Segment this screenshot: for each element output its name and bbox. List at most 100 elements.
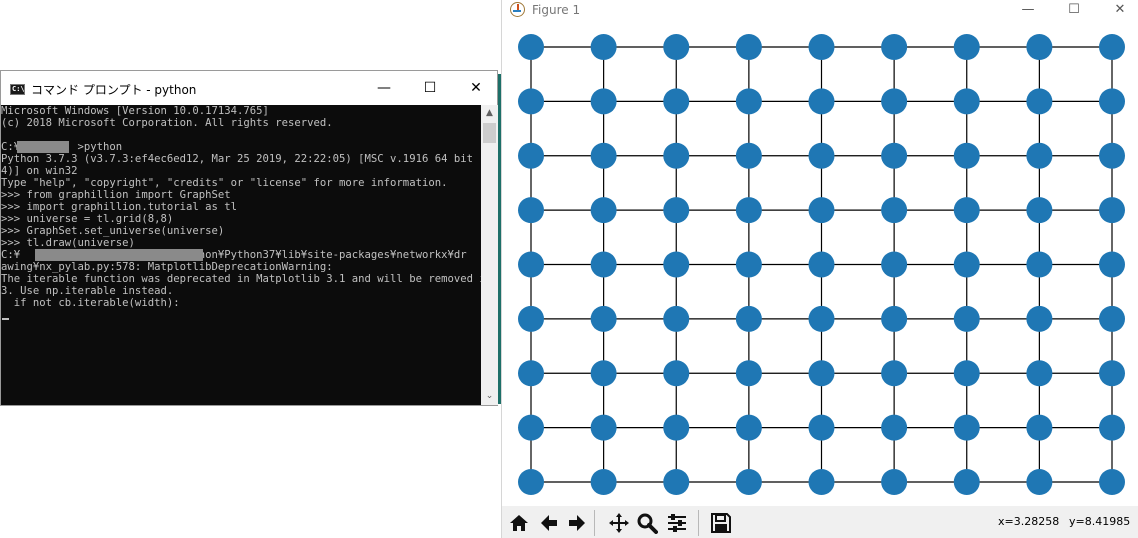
graph-node [518, 34, 544, 60]
graph-node [735, 305, 762, 332]
figure-titlebar[interactable]: Figure 1 — ☐ ✕ [502, 0, 1138, 20]
navigation-toolbar: x=3.28258 y=8.41985 [502, 506, 1138, 538]
graph-node [590, 414, 617, 441]
graph-node [735, 469, 762, 495]
graph-node [953, 197, 980, 224]
graph-node [590, 469, 617, 495]
graph-node [808, 88, 835, 115]
vertical-scrollbar[interactable]: ▲ ⌄ [481, 105, 498, 405]
graph-node [1099, 414, 1125, 441]
graph-node [881, 469, 908, 495]
graph-node [663, 142, 690, 169]
graph-node [881, 34, 908, 60]
graph-node [1099, 142, 1125, 169]
maximize-button[interactable]: ☐ [407, 71, 453, 105]
graph-node [1099, 305, 1125, 332]
graph-node [881, 360, 908, 387]
graph-node [1026, 88, 1053, 115]
graph-node [663, 88, 690, 115]
graph-node [1026, 34, 1053, 60]
graph-node [663, 251, 690, 278]
graph-node [1099, 34, 1125, 60]
graph-node [735, 251, 762, 278]
graph-node [953, 88, 980, 115]
graph-node [663, 305, 690, 332]
graph-node [590, 142, 617, 169]
figure-window[interactable]: Figure 1 — ☐ ✕ x=3.28258 y=8.41985 [501, 0, 1138, 538]
graph-node [953, 414, 980, 441]
graph-node [1026, 251, 1053, 278]
graph-node [953, 469, 980, 495]
minimize-button[interactable]: — [361, 71, 407, 105]
graph-node [808, 142, 835, 169]
figure-minimize-button[interactable]: — [1005, 0, 1051, 20]
graph-node [1099, 360, 1125, 387]
graph-node [590, 251, 617, 278]
pan-icon[interactable] [606, 510, 632, 536]
graph-node [881, 251, 908, 278]
configure-subplots-icon[interactable] [664, 510, 690, 536]
graph-node [590, 34, 617, 60]
graph-node [518, 251, 544, 278]
graph-node [1026, 414, 1053, 441]
graph-node [663, 197, 690, 224]
graph-node [518, 414, 544, 441]
graph-node [1026, 305, 1053, 332]
graph-node [1026, 469, 1053, 495]
graph-node [881, 88, 908, 115]
graph-node [1099, 197, 1125, 224]
graph-node [735, 360, 762, 387]
scroll-up-arrow-icon[interactable]: ▲ [481, 105, 498, 121]
graph-node [881, 142, 908, 169]
redacted-path [35, 249, 203, 261]
graph-node [590, 360, 617, 387]
cmd-titlebar[interactable]: C:\ コマンド プロンプト - python — ☐ ✕ [1, 71, 497, 105]
save-icon[interactable] [708, 510, 734, 536]
graph-node [663, 469, 690, 495]
graph-node [735, 142, 762, 169]
graph-node [735, 197, 762, 224]
graph-node [663, 34, 690, 60]
figure-maximize-button[interactable]: ☐ [1051, 0, 1097, 20]
command-prompt-window[interactable]: C:\ コマンド プロンプト - python — ☐ ✕ Microsoft … [0, 70, 498, 406]
graph-node [518, 305, 544, 332]
console-output[interactable]: Microsoft Windows [Version 10.0.17134.76… [1, 105, 481, 405]
graph-node [808, 469, 835, 495]
scroll-down-arrow-icon[interactable]: ⌄ [481, 388, 498, 404]
console-text: Microsoft Windows [Version 10.0.17134.76… [1, 105, 481, 309]
graph-node [1026, 142, 1053, 169]
cmd-app-icon: C:\ [10, 84, 25, 95]
zoom-icon[interactable] [634, 510, 660, 536]
graph-node [953, 360, 980, 387]
graph-node [1099, 251, 1125, 278]
text-cursor [2, 318, 9, 320]
graph-node [808, 251, 835, 278]
graph-node [808, 34, 835, 60]
graph-node [808, 197, 835, 224]
home-icon[interactable] [506, 510, 532, 536]
graph-node [953, 305, 980, 332]
toolbar-separator [594, 510, 595, 536]
graph-node [953, 34, 980, 60]
graph-node [735, 34, 762, 60]
graph-node [590, 305, 617, 332]
graph-node [518, 197, 544, 224]
figure-title: Figure 1 [532, 3, 581, 17]
graph-node [953, 142, 980, 169]
graph-node [808, 414, 835, 441]
figure-close-button[interactable]: ✕ [1097, 0, 1138, 20]
graph-node [1099, 469, 1125, 495]
grid-graph-canvas[interactable] [502, 22, 1138, 506]
back-arrow-icon[interactable] [536, 510, 562, 536]
forward-arrow-icon[interactable] [564, 510, 590, 536]
matplotlib-icon [510, 2, 525, 17]
graph-node [518, 142, 544, 169]
graph-node [663, 414, 690, 441]
graph-node [663, 360, 690, 387]
cmd-window-title: コマンド プロンプト - python [31, 83, 197, 97]
graph-node [953, 251, 980, 278]
graph-node [881, 414, 908, 441]
scrollbar-thumb[interactable] [483, 123, 496, 143]
close-button[interactable]: ✕ [453, 71, 499, 105]
graph-node [1026, 197, 1053, 224]
